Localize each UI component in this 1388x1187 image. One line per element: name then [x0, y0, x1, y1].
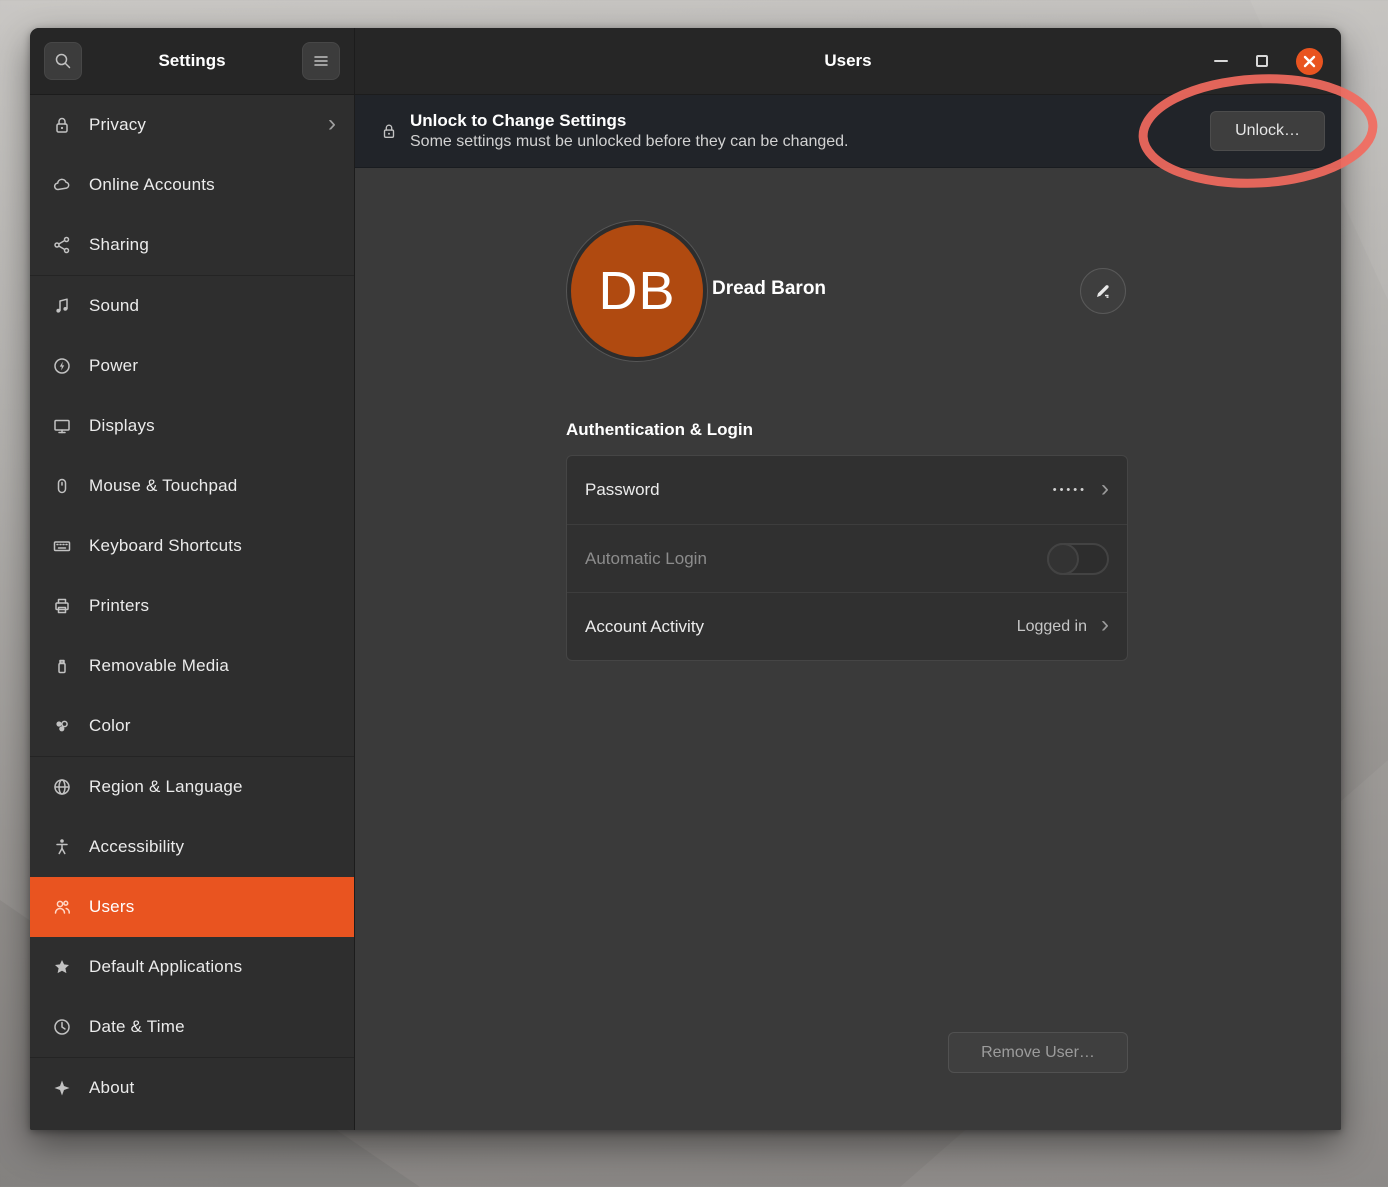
unlock-banner: Unlock to Change Settings Some settings …	[355, 95, 1341, 168]
banner-subtitle: Some settings must be unlocked before th…	[410, 133, 849, 151]
auth-section-title: Authentication & Login	[566, 420, 753, 440]
sidebar-item-power[interactable]: Power	[30, 336, 354, 396]
menu-button[interactable]	[302, 42, 340, 80]
password-label: Password	[585, 480, 1053, 500]
sidebar-item-displays[interactable]: Displays	[30, 396, 354, 456]
clock-icon	[52, 1017, 72, 1037]
sidebar-item-label: Power	[89, 356, 336, 376]
settings-window: Settings Users Privacy › Online Accounts	[30, 28, 1341, 1130]
sidebar-item-label: Default Applications	[89, 957, 336, 977]
account-activity-value: Logged in	[1017, 618, 1087, 636]
auth-settings-card: Password ••••• › Automatic Login Account…	[566, 455, 1128, 661]
sidebar-item-date-time[interactable]: Date & Time	[30, 997, 354, 1057]
sidebar-item-keyboard-shortcuts[interactable]: Keyboard Shortcuts	[30, 516, 354, 576]
sidebar-item-label: Accessibility	[89, 837, 336, 857]
automatic-login-toggle[interactable]	[1047, 543, 1109, 575]
sidebar-item-removable-media[interactable]: Removable Media	[30, 636, 354, 696]
sidebar-item-mouse-touchpad[interactable]: Mouse & Touchpad	[30, 456, 354, 516]
accessibility-icon	[52, 837, 72, 857]
automatic-login-row[interactable]: Automatic Login	[567, 524, 1127, 592]
sidebar-item-label: About	[89, 1078, 336, 1098]
main-panel: Unlock to Change Settings Some settings …	[355, 95, 1341, 1130]
sidebar-item-label: Color	[89, 716, 336, 736]
user-name: Dread Baron	[712, 278, 826, 300]
mouse-icon	[52, 476, 72, 496]
app-title: Settings	[82, 51, 302, 71]
usb-drive-icon	[52, 656, 72, 676]
sidebar-item-label: Mouse & Touchpad	[89, 476, 336, 496]
password-row[interactable]: Password ••••• ›	[567, 456, 1127, 524]
sidebar-item-accessibility[interactable]: Accessibility	[30, 817, 354, 877]
account-activity-row[interactable]: Account Activity Logged in ›	[567, 592, 1127, 660]
display-icon	[52, 416, 72, 436]
account-activity-label: Account Activity	[585, 617, 1017, 637]
sidebar-item-label: Sound	[89, 296, 336, 316]
star-icon	[52, 957, 72, 977]
page-title: Users	[355, 51, 1341, 71]
chevron-right-icon: ›	[1101, 477, 1109, 501]
users-icon	[52, 897, 72, 917]
sidebar-item-label: Privacy	[89, 115, 328, 135]
sidebar-item-sharing[interactable]: Sharing	[30, 215, 354, 275]
sidebar-item-label: Sharing	[89, 235, 336, 255]
sidebar-item-label: Date & Time	[89, 1017, 336, 1037]
color-circles-icon	[52, 716, 72, 736]
minimize-icon[interactable]	[1214, 60, 1228, 62]
edit-name-button[interactable]	[1080, 268, 1126, 314]
banner-texts: Unlock to Change Settings Some settings …	[410, 111, 849, 151]
share-icon	[52, 235, 72, 255]
globe-icon	[52, 777, 72, 797]
password-value: •••••	[1053, 484, 1087, 496]
banner-title: Unlock to Change Settings	[410, 111, 849, 131]
window-controls	[1214, 48, 1341, 75]
sidebar-header: Settings	[30, 28, 355, 95]
lock-icon	[52, 115, 72, 135]
titlebar: Users	[355, 28, 1341, 95]
sidebar-item-label: Online Accounts	[89, 175, 336, 195]
sparkle-icon	[52, 1078, 72, 1098]
sidebar-item-region-language[interactable]: Region & Language	[30, 757, 354, 817]
avatar: DB	[567, 221, 707, 361]
search-icon	[53, 51, 73, 71]
sidebar-item-about[interactable]: About	[30, 1058, 354, 1118]
close-icon[interactable]	[1296, 48, 1323, 75]
pencil-icon	[1094, 282, 1112, 300]
remove-user-button[interactable]: Remove User…	[948, 1032, 1128, 1073]
users-content: DB Dread Baron Authentication & Login Pa…	[355, 168, 1341, 1130]
sidebar-item-label: Printers	[89, 596, 336, 616]
unlock-button[interactable]: Unlock…	[1210, 111, 1325, 151]
automatic-login-label: Automatic Login	[585, 549, 1047, 569]
music-note-icon	[52, 296, 72, 316]
sidebar-item-users[interactable]: Users	[30, 877, 354, 937]
sidebar-item-sound[interactable]: Sound	[30, 276, 354, 336]
hamburger-icon	[312, 52, 330, 70]
sidebar-item-color[interactable]: Color	[30, 696, 354, 756]
sidebar-item-default-applications[interactable]: Default Applications	[30, 937, 354, 997]
keyboard-icon	[52, 536, 72, 556]
printer-icon	[52, 596, 72, 616]
sidebar-item-online-accounts[interactable]: Online Accounts	[30, 155, 354, 215]
sidebar-item-label: Displays	[89, 416, 336, 436]
sidebar-item-label: Region & Language	[89, 777, 336, 797]
lock-icon	[380, 121, 398, 141]
cloud-icon	[52, 175, 72, 195]
sidebar-item-label: Users	[89, 897, 336, 917]
maximize-icon[interactable]	[1256, 55, 1268, 67]
toggle-knob	[1047, 543, 1079, 575]
sidebar-item-label: Keyboard Shortcuts	[89, 536, 336, 556]
chevron-right-icon: ›	[328, 112, 336, 136]
sidebar: Privacy › Online Accounts Sharing Sound …	[30, 95, 355, 1130]
power-icon	[52, 356, 72, 376]
search-button[interactable]	[44, 42, 82, 80]
sidebar-item-label: Removable Media	[89, 656, 336, 676]
chevron-right-icon: ›	[1101, 613, 1109, 637]
sidebar-item-privacy[interactable]: Privacy ›	[30, 95, 354, 155]
sidebar-item-printers[interactable]: Printers	[30, 576, 354, 636]
